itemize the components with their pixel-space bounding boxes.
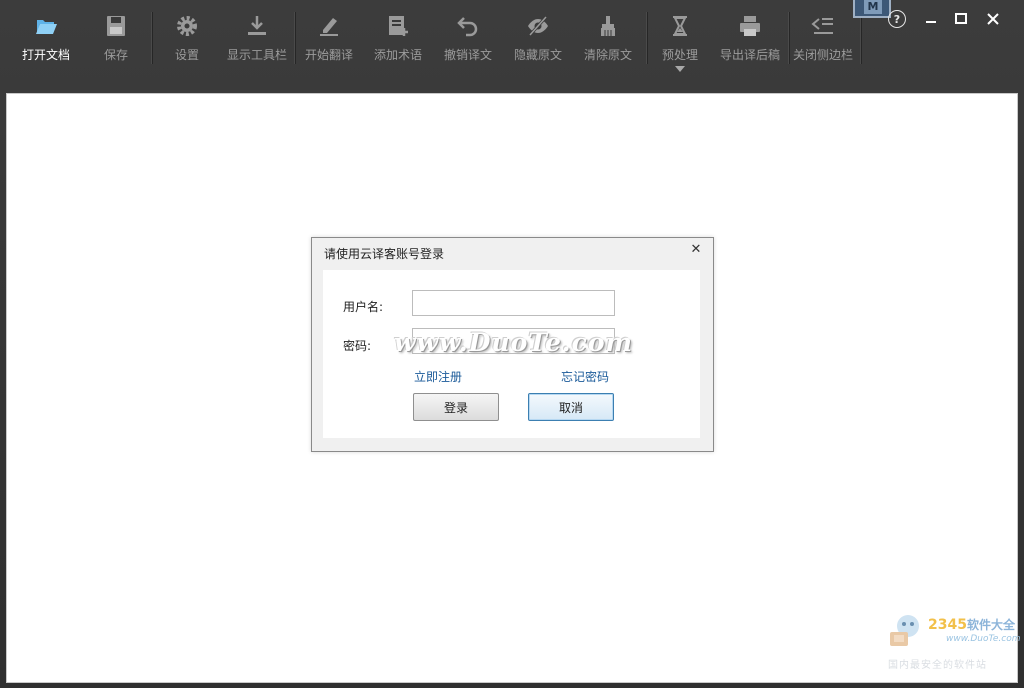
printer-icon	[740, 16, 760, 36]
chevron-down-icon[interactable]	[675, 66, 685, 72]
toolbar-label: 显示工具栏	[226, 48, 287, 62]
add-note-icon	[389, 16, 408, 36]
toolbar-label: 添加术语	[373, 48, 422, 62]
corner-site: www.DuoTe.com	[946, 634, 1021, 644]
download-icon	[248, 16, 266, 35]
help-icon[interactable]: ?	[888, 10, 906, 28]
maximize-icon	[955, 13, 967, 24]
login-button[interactable]: 登录	[413, 393, 499, 421]
close-window-button[interactable]	[983, 10, 1003, 28]
hide-source-button[interactable]: 隐藏原文	[503, 10, 573, 70]
corner-brand: 2345软件大全	[928, 616, 1015, 633]
register-link[interactable]: 立即注册	[414, 368, 462, 385]
toolbar-label: 预处理	[661, 48, 698, 62]
dialog-close-button[interactable]: ✕	[689, 243, 703, 257]
start-translate-button[interactable]: 开始翻译	[294, 10, 364, 70]
undo-translation-button[interactable]: 撤销译文	[433, 10, 503, 70]
forgot-password-link[interactable]: 忘记密码	[561, 368, 609, 385]
logo-letter: M	[864, 0, 882, 14]
maximize-button[interactable]	[951, 10, 971, 28]
toolbar-separator	[860, 12, 861, 64]
save-button[interactable]: 保存	[81, 10, 151, 70]
eye-hidden-icon	[528, 16, 548, 36]
gear-icon	[177, 16, 197, 36]
password-label: 密码:	[343, 339, 372, 353]
undo-icon	[457, 17, 478, 37]
toolbar-label: 保存	[103, 48, 128, 62]
toolbar-label: 设置	[174, 48, 199, 62]
clear-source-button[interactable]: 清除原文	[573, 10, 643, 70]
brush-icon	[601, 16, 615, 36]
toolbar-label: 打开文档	[21, 48, 70, 62]
toolbar-label: 撤销译文	[443, 48, 492, 62]
toolbar-label: 导出译后稿	[719, 48, 780, 62]
close-sidebar-button[interactable]: 关闭侧边栏	[788, 10, 858, 70]
close-icon	[987, 13, 999, 25]
brand-text: 软件大全	[966, 618, 1015, 632]
cancel-button[interactable]: 取消	[528, 393, 614, 421]
brand-number: 2345	[928, 617, 967, 633]
toolbar: 打开文档 保存 设置 显示工具栏 开始翻译 添加术语 撤销译文 隐藏原文 清除原…	[0, 0, 1024, 92]
minimize-button[interactable]	[921, 10, 941, 28]
pencil-icon	[320, 18, 338, 36]
toolbar-label: 开始翻译	[304, 48, 353, 62]
preprocess-button[interactable]: 预处理	[645, 10, 715, 70]
folder-open-icon	[36, 20, 57, 34]
hourglass-icon	[673, 16, 687, 36]
add-term-button[interactable]: 添加术语	[363, 10, 433, 70]
save-icon	[107, 16, 125, 36]
toolbar-label: 关闭侧边栏	[792, 48, 853, 62]
settings-button[interactable]: 设置	[152, 10, 222, 70]
username-label: 用户名:	[343, 300, 384, 314]
app-window: 打开文档 保存 设置 显示工具栏 开始翻译 添加术语 撤销译文 隐藏原文 清除原…	[0, 0, 1024, 688]
mascot-icon	[890, 615, 919, 646]
corner-watermark: 2345软件大全 www.DuoTe.com 国内最安全的软件站	[884, 608, 1021, 674]
minimize-icon	[926, 21, 936, 23]
app-logo: M	[853, 0, 891, 18]
export-translation-button[interactable]: 导出译后稿	[715, 10, 785, 70]
collapse-sidebar-icon	[811, 18, 833, 34]
toolbar-label: 隐藏原文	[513, 48, 562, 62]
show-toolbar-button[interactable]: 显示工具栏	[222, 10, 292, 70]
username-input[interactable]	[412, 290, 615, 316]
open-document-button[interactable]: 打开文档	[11, 10, 81, 70]
center-watermark: www.DuoTe.com	[394, 328, 633, 357]
dialog-title: 请使用云译客账号登录	[324, 247, 445, 261]
toolbar-label: 清除原文	[583, 48, 632, 62]
corner-slogan: 国内最安全的软件站	[888, 660, 987, 671]
